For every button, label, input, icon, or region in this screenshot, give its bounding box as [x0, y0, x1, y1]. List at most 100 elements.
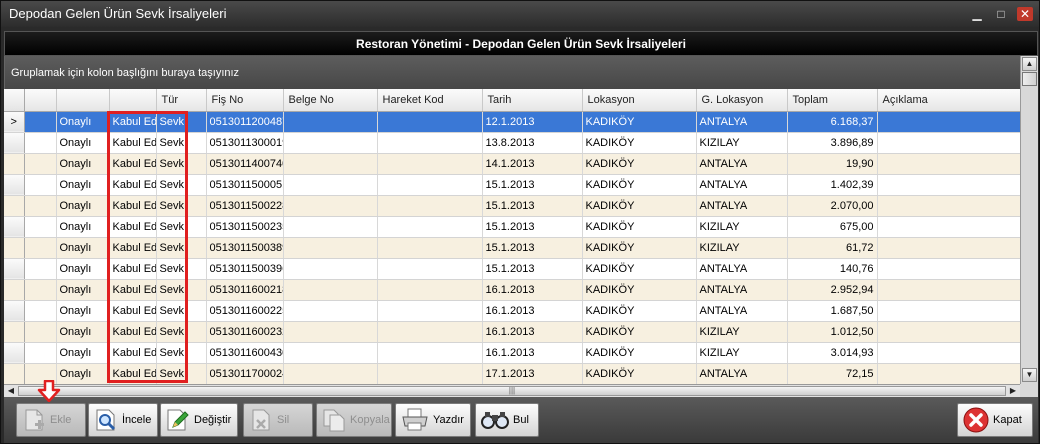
cell-location[interactable]: KADIKÖY [582, 321, 697, 343]
cell-total[interactable]: 1.687,50 [787, 300, 878, 322]
cell-date[interactable]: 13.8.2013 [482, 132, 583, 154]
cell-hareket-kod[interactable] [377, 279, 483, 301]
cell-g-location[interactable]: ANTALYA [696, 363, 788, 384]
minimize-icon[interactable]: ▁ [969, 7, 985, 21]
row-indicator[interactable] [4, 153, 25, 175]
vertical-scroll-thumb[interactable] [1022, 72, 1037, 86]
column-header-tarih[interactable]: Tarih [482, 89, 583, 112]
cell-date[interactable]: 16.1.2013 [482, 279, 583, 301]
cell-date[interactable]: 16.1.2013 [482, 321, 583, 343]
cell-acceptance[interactable]: Kabul Edildi [109, 237, 157, 259]
cell-blank[interactable] [24, 279, 57, 301]
cell-location[interactable]: KADIKÖY [582, 342, 697, 364]
cell-status[interactable]: Onaylı [56, 258, 110, 280]
cell-hareket-kod[interactable] [377, 342, 483, 364]
cell-status[interactable]: Onaylı [56, 342, 110, 364]
cell-doc-no[interactable]: 0513011600430 [206, 342, 284, 364]
cell-location[interactable]: KADIKÖY [582, 174, 697, 196]
cell-location[interactable]: KADIKÖY [582, 111, 697, 133]
cell-status[interactable]: Onaylı [56, 279, 110, 301]
cell-hareket-kod[interactable] [377, 237, 483, 259]
cell-belge-no[interactable] [283, 300, 378, 322]
cell-type[interactable]: Sevk [156, 300, 207, 322]
table-row[interactable]: OnaylıKabul EdildiSevk0513011500235 15.1.… [4, 216, 1020, 238]
close-button[interactable]: Kapat [957, 403, 1033, 437]
cell-g-location[interactable]: ANTALYA [696, 111, 788, 133]
cell-type[interactable]: Sevk [156, 216, 207, 238]
cell-total[interactable]: 6.168,37 [787, 111, 878, 133]
table-row[interactable]: OnaylıKabul EdildiSevk0513011400740 14.1.… [4, 153, 1020, 175]
cell-hareket-kod[interactable] [377, 195, 483, 217]
cell-status[interactable]: Onaylı [56, 153, 110, 175]
cell-description[interactable] [877, 258, 1020, 280]
cell-acceptance[interactable]: Kabul Edildi [109, 258, 157, 280]
cell-date[interactable]: 17.1.2013 [482, 363, 583, 384]
row-indicator[interactable] [4, 300, 25, 322]
cell-type[interactable]: Sevk [156, 111, 207, 133]
cell-belge-no[interactable] [283, 258, 378, 280]
column-header-belge-no[interactable]: Belge No [283, 89, 378, 112]
cell-belge-no[interactable] [283, 342, 378, 364]
scroll-right-icon[interactable]: ▶ [1007, 385, 1019, 397]
cell-acceptance[interactable]: Kabul Edildi [109, 279, 157, 301]
scroll-up-icon[interactable]: ▲ [1022, 57, 1037, 71]
table-row[interactable]: OnaylıKabul EdildiSevk0513011600218 16.1.… [4, 279, 1020, 301]
row-indicator[interactable] [4, 216, 25, 238]
cell-hareket-kod[interactable] [377, 111, 483, 133]
cell-total[interactable]: 19,90 [787, 153, 878, 175]
cell-description[interactable] [877, 321, 1020, 343]
column-header[interactable] [109, 89, 157, 112]
cell-description[interactable] [877, 153, 1020, 175]
cell-doc-no[interactable]: 0513011500051 [206, 174, 284, 196]
cell-description[interactable] [877, 237, 1020, 259]
cell-status[interactable]: Onaylı [56, 321, 110, 343]
cell-belge-no[interactable] [283, 363, 378, 384]
cell-doc-no[interactable]: 0513011600218 [206, 279, 284, 301]
cell-date[interactable]: 15.1.2013 [482, 258, 583, 280]
table-row[interactable]: OnaylıKabul EdildiSevk0513011500389 15.1.… [4, 237, 1020, 259]
cell-hareket-kod[interactable] [377, 363, 483, 384]
row-indicator[interactable] [4, 174, 25, 196]
cell-description[interactable] [877, 111, 1020, 133]
cell-location[interactable]: KADIKÖY [582, 237, 697, 259]
table-row[interactable]: OnaylıKabul EdildiSevk0513011700024 17.1.… [4, 363, 1020, 384]
scroll-down-icon[interactable]: ▼ [1022, 368, 1037, 382]
cell-blank[interactable] [24, 111, 57, 133]
cell-total[interactable]: 1.402,39 [787, 174, 878, 196]
cell-location[interactable]: KADIKÖY [582, 195, 697, 217]
cell-location[interactable]: KADIKÖY [582, 363, 697, 384]
find-button[interactable]: Bul [475, 403, 539, 437]
cell-total[interactable]: 72,15 [787, 363, 878, 384]
cell-doc-no[interactable]: 0513011500235 [206, 216, 284, 238]
scroll-left-icon[interactable]: ◀ [5, 385, 17, 397]
cell-doc-no[interactable]: 0513011300019 [206, 132, 284, 154]
cell-type[interactable]: Sevk [156, 279, 207, 301]
cell-blank[interactable] [24, 216, 57, 238]
column-header[interactable] [56, 89, 110, 112]
cell-belge-no[interactable] [283, 174, 378, 196]
cell-date[interactable]: 16.1.2013 [482, 300, 583, 322]
cell-location[interactable]: KADIKÖY [582, 153, 697, 175]
cell-doc-no[interactable]: 0513011500396 [206, 258, 284, 280]
cell-total[interactable]: 675,00 [787, 216, 878, 238]
cell-description[interactable] [877, 342, 1020, 364]
edit-button[interactable]: Değiştir [160, 403, 238, 437]
cell-blank[interactable] [24, 300, 57, 322]
group-panel[interactable]: Gruplamak için kolon başlığını buraya ta… [4, 56, 1020, 89]
cell-type[interactable]: Sevk [156, 174, 207, 196]
cell-description[interactable] [877, 216, 1020, 238]
maximize-icon[interactable]: □ [993, 7, 1009, 21]
cell-description[interactable] [877, 174, 1020, 196]
cell-hareket-kod[interactable] [377, 258, 483, 280]
cell-blank[interactable] [24, 153, 57, 175]
cell-type[interactable]: Sevk [156, 237, 207, 259]
cell-belge-no[interactable] [283, 279, 378, 301]
cell-hareket-kod[interactable] [377, 216, 483, 238]
cell-blank[interactable] [24, 195, 57, 217]
vertical-scrollbar[interactable]: ▲ ▼ [1020, 56, 1038, 384]
cell-hareket-kod[interactable] [377, 174, 483, 196]
row-indicator[interactable] [4, 342, 25, 364]
cell-acceptance[interactable]: Kabul Edildi [109, 111, 157, 133]
row-indicator[interactable] [4, 258, 25, 280]
cell-status[interactable]: Onaylı [56, 195, 110, 217]
